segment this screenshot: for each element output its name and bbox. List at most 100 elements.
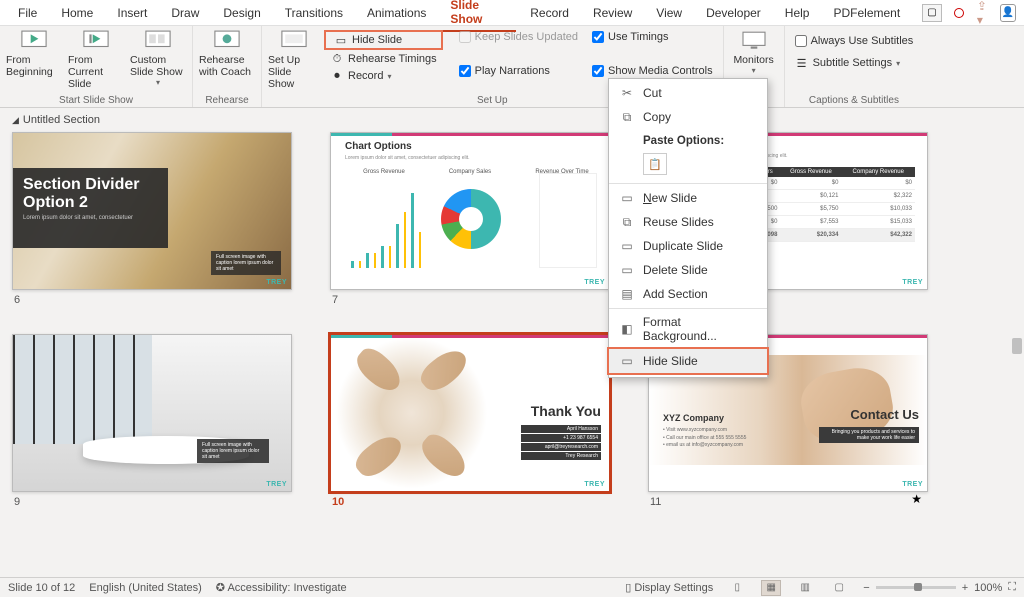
view-normal-button[interactable]: ▯ <box>727 580 747 596</box>
ctx-add-section[interactable]: ▤Add Section <box>609 282 767 306</box>
brand-tag: TREY <box>902 279 923 286</box>
timings-icon: ⏱ <box>330 52 344 66</box>
ctx-format-background[interactable]: ◧Format Background... <box>609 311 767 347</box>
slide-number-11: 11 <box>648 492 663 512</box>
rehearse-coach-button[interactable]: Rehearse with Coach <box>197 28 257 80</box>
from-beginning-button[interactable]: From Beginning <box>4 28 64 80</box>
setup-slideshow-label: Set Up Slide Show <box>268 54 320 90</box>
camera-record-button[interactable] <box>950 4 969 22</box>
use-timings-checkbox[interactable]: Use Timings <box>586 30 719 44</box>
hide-slide-highlight: ▭ Hide Slide <box>324 30 443 50</box>
slide7-title: Chart Options <box>345 141 412 152</box>
slide7-donut-chart <box>441 189 501 249</box>
tab-view[interactable]: View <box>646 2 692 24</box>
ctx-reuse-slides[interactable]: ⧉Reuse Slides <box>609 210 767 234</box>
ctx-paste-option-1[interactable]: 📋 <box>643 153 667 175</box>
status-bar: Slide 10 of 12 English (United States) ✪… <box>0 577 1024 597</box>
ctx-delete-slide[interactable]: ▭Delete Slide <box>609 258 767 282</box>
status-accessibility[interactable]: ✪ Accessibility: Investigate <box>216 581 347 594</box>
section-header[interactable]: ◢ Untitled Section <box>0 108 1024 132</box>
show-media-checkbox[interactable]: Show Media Controls <box>586 64 719 78</box>
monitors-button[interactable]: Monitors ▾ <box>728 28 780 77</box>
view-slideshow-button[interactable]: ▢ <box>829 580 849 596</box>
slide-thumb-7[interactable]: Chart Options Lorem ipsum dolor sit amet… <box>330 132 610 290</box>
zoom-out-button[interactable]: − <box>863 582 869 594</box>
account-avatar[interactable]: 👤 <box>1000 4 1016 22</box>
slide-thumb-9[interactable]: Full screen image with caption lorem ips… <box>12 334 292 492</box>
slide11-contact: Contact Us <box>850 407 919 422</box>
hide-slide-icon: ▭ <box>334 33 348 47</box>
slide11-animation-star-icon: ★ <box>663 492 928 512</box>
slide-thumb-10[interactable]: Thank You April Hansson +1 23 987 6554 a… <box>330 334 610 492</box>
view-reading-button[interactable]: ▥ <box>795 580 815 596</box>
view-sorter-button[interactable]: ▦ <box>761 580 781 596</box>
monitors-label: Monitors <box>733 54 773 66</box>
hide-slide-button[interactable]: ▭ Hide Slide <box>328 32 439 48</box>
tab-review[interactable]: Review <box>583 2 642 24</box>
ctx-copy[interactable]: ⧉Copy <box>609 105 767 129</box>
slide7-subtitle: Lorem ipsum dolor sit amet, consectetuer… <box>345 155 470 161</box>
slide-thumb-6[interactable]: Section Divider Option 2 Lorem ipsum dol… <box>12 132 292 290</box>
tab-record[interactable]: Record <box>520 2 579 24</box>
always-subtitles-checkbox[interactable]: Always Use Subtitles <box>789 34 920 48</box>
zoom-in-button[interactable]: + <box>962 582 968 594</box>
tab-insert[interactable]: Insert <box>107 2 157 24</box>
play-narrations-checkbox[interactable]: Play Narrations <box>453 64 584 78</box>
group-label-setup: Set Up <box>477 93 508 107</box>
status-display-settings[interactable]: ▯ Display Settings <box>625 581 713 594</box>
tab-transitions[interactable]: Transitions <box>275 2 353 24</box>
from-current-button[interactable]: From Current Slide <box>66 28 126 92</box>
tab-file[interactable]: File <box>8 2 47 24</box>
section-collapse-icon: ◢ <box>12 115 19 126</box>
tab-developer[interactable]: Developer <box>696 2 771 24</box>
slide-number-6: 6 <box>12 290 292 310</box>
play-from-current-icon <box>82 30 110 52</box>
brand-tag: TREY <box>584 279 605 286</box>
comments-button[interactable]: ▢ <box>922 4 941 22</box>
share-button[interactable]: ⇪ ▾ <box>977 4 996 22</box>
custom-slideshow-button[interactable]: Custom Slide Show ▾ <box>128 28 188 89</box>
setup-slideshow-button[interactable]: Set Up Slide Show <box>266 28 322 92</box>
zoom-control[interactable]: − + 100% ⛶ <box>863 581 1016 594</box>
tab-help[interactable]: Help <box>775 2 820 24</box>
zoom-slider[interactable] <box>876 586 956 589</box>
status-language[interactable]: English (United States) <box>89 582 202 594</box>
slide7-table-chart <box>539 173 597 268</box>
subtitle-settings-button[interactable]: ☰ Subtitle Settings ▾ <box>789 55 920 71</box>
slide6-subtitle: Lorem ipsum dolor sit amet, consectetuer <box>23 215 158 221</box>
record-icon: ⏺ <box>330 69 344 83</box>
ctx-new-slide[interactable]: ▭New Slide <box>609 186 767 210</box>
ctx-hide-slide[interactable]: ▭Hide Slide <box>609 349 767 373</box>
slide9-caption: Full screen image with caption lorem ips… <box>197 439 269 463</box>
status-slide-counter[interactable]: Slide 10 of 12 <box>8 582 75 594</box>
slide6-title: Section Divider Option 2 <box>23 176 158 211</box>
delete-icon: ▭ <box>619 262 635 278</box>
brand-tag: TREY <box>584 481 605 488</box>
ctx-cut[interactable]: ✂Cut <box>609 81 767 105</box>
ribbon-tabs: File Home Insert Draw Design Transitions… <box>0 0 1024 26</box>
tab-pdfelement[interactable]: PDFelement <box>823 2 910 24</box>
record-label: Record <box>348 70 383 82</box>
tab-animations[interactable]: Animations <box>357 2 436 24</box>
record-button[interactable]: ⏺ Record ▾ <box>324 68 443 84</box>
ctx-duplicate-slide[interactable]: ▭Duplicate Slide <box>609 234 767 258</box>
section-name: Untitled Section <box>23 114 100 126</box>
slide-sorter[interactable]: ◢ Untitled Section Section Divider Optio… <box>0 108 1024 577</box>
zoom-percent[interactable]: 100% <box>974 582 1002 594</box>
ribbon: From Beginning From Current Slide Custom… <box>0 26 1024 108</box>
tab-home[interactable]: Home <box>51 2 103 24</box>
keep-slides-updated-checkbox: Keep Slides Updated <box>453 30 584 44</box>
slide10-title: Thank You <box>531 403 601 419</box>
tab-design[interactable]: Design <box>213 2 270 24</box>
hide-slide-icon: ▭ <box>619 353 635 369</box>
rehearse-timings-button[interactable]: ⏱ Rehearse Timings <box>324 51 443 67</box>
ctx-paste-options-header: Paste Options: <box>609 129 767 149</box>
rehearse-timings-label: Rehearse Timings <box>348 53 437 65</box>
slide11-bullets: • Visit www.xyzcompany.com • Call our ma… <box>663 427 746 450</box>
brand-tag: TREY <box>266 481 287 488</box>
fit-to-window-button[interactable]: ⛶ <box>1008 581 1016 594</box>
group-label-start: Start Slide Show <box>59 93 133 107</box>
slide-number-7: 7 <box>330 290 610 310</box>
vertical-scrollbar[interactable] <box>1010 108 1024 577</box>
tab-draw[interactable]: Draw <box>161 2 209 24</box>
